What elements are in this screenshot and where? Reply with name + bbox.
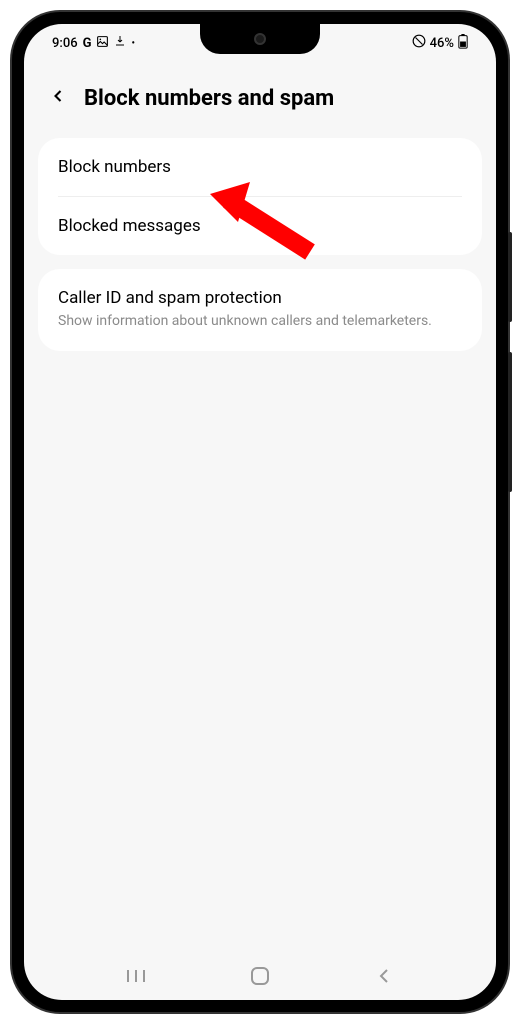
screen: 9:06 G • 46% <box>24 24 496 1000</box>
status-time: 9:06 <box>52 36 78 51</box>
back-nav-button[interactable] <box>364 956 404 996</box>
volume-button <box>508 232 512 322</box>
notch <box>200 24 320 54</box>
caller-id-item[interactable]: Caller ID and spam protection Show infor… <box>38 269 482 351</box>
card-blocking: Block numbers Blocked messages <box>38 138 482 255</box>
navigation-bar <box>24 952 496 1000</box>
status-right: 46% <box>412 34 468 53</box>
caller-id-label: Caller ID and spam protection <box>58 288 462 308</box>
battery-text: 46% <box>430 36 454 51</box>
power-button <box>508 352 512 492</box>
card-caller-id: Caller ID and spam protection Show infor… <box>38 269 482 351</box>
caller-id-subtitle: Show information about unknown callers a… <box>58 312 462 332</box>
phone-frame: 9:06 G • 46% <box>12 12 508 1012</box>
more-icon: • <box>131 38 135 49</box>
front-camera <box>254 33 266 45</box>
google-icon: G <box>83 36 92 51</box>
recents-button[interactable] <box>116 956 156 996</box>
content: Block numbers Blocked messages Caller ID… <box>24 138 496 351</box>
battery-icon <box>458 34 468 53</box>
block-numbers-label: Block numbers <box>58 157 462 177</box>
gallery-icon <box>96 35 109 52</box>
blocked-messages-item[interactable]: Blocked messages <box>38 197 482 255</box>
back-button[interactable] <box>48 84 68 112</box>
home-button[interactable] <box>240 956 280 996</box>
page-header: Block numbers and spam <box>24 62 496 138</box>
download-icon <box>114 35 126 51</box>
blocked-messages-label: Blocked messages <box>58 216 462 236</box>
block-numbers-item[interactable]: Block numbers <box>38 138 482 196</box>
page-title: Block numbers and spam <box>84 86 334 111</box>
no-signal-icon <box>412 34 426 52</box>
status-left: 9:06 G • <box>52 35 135 52</box>
